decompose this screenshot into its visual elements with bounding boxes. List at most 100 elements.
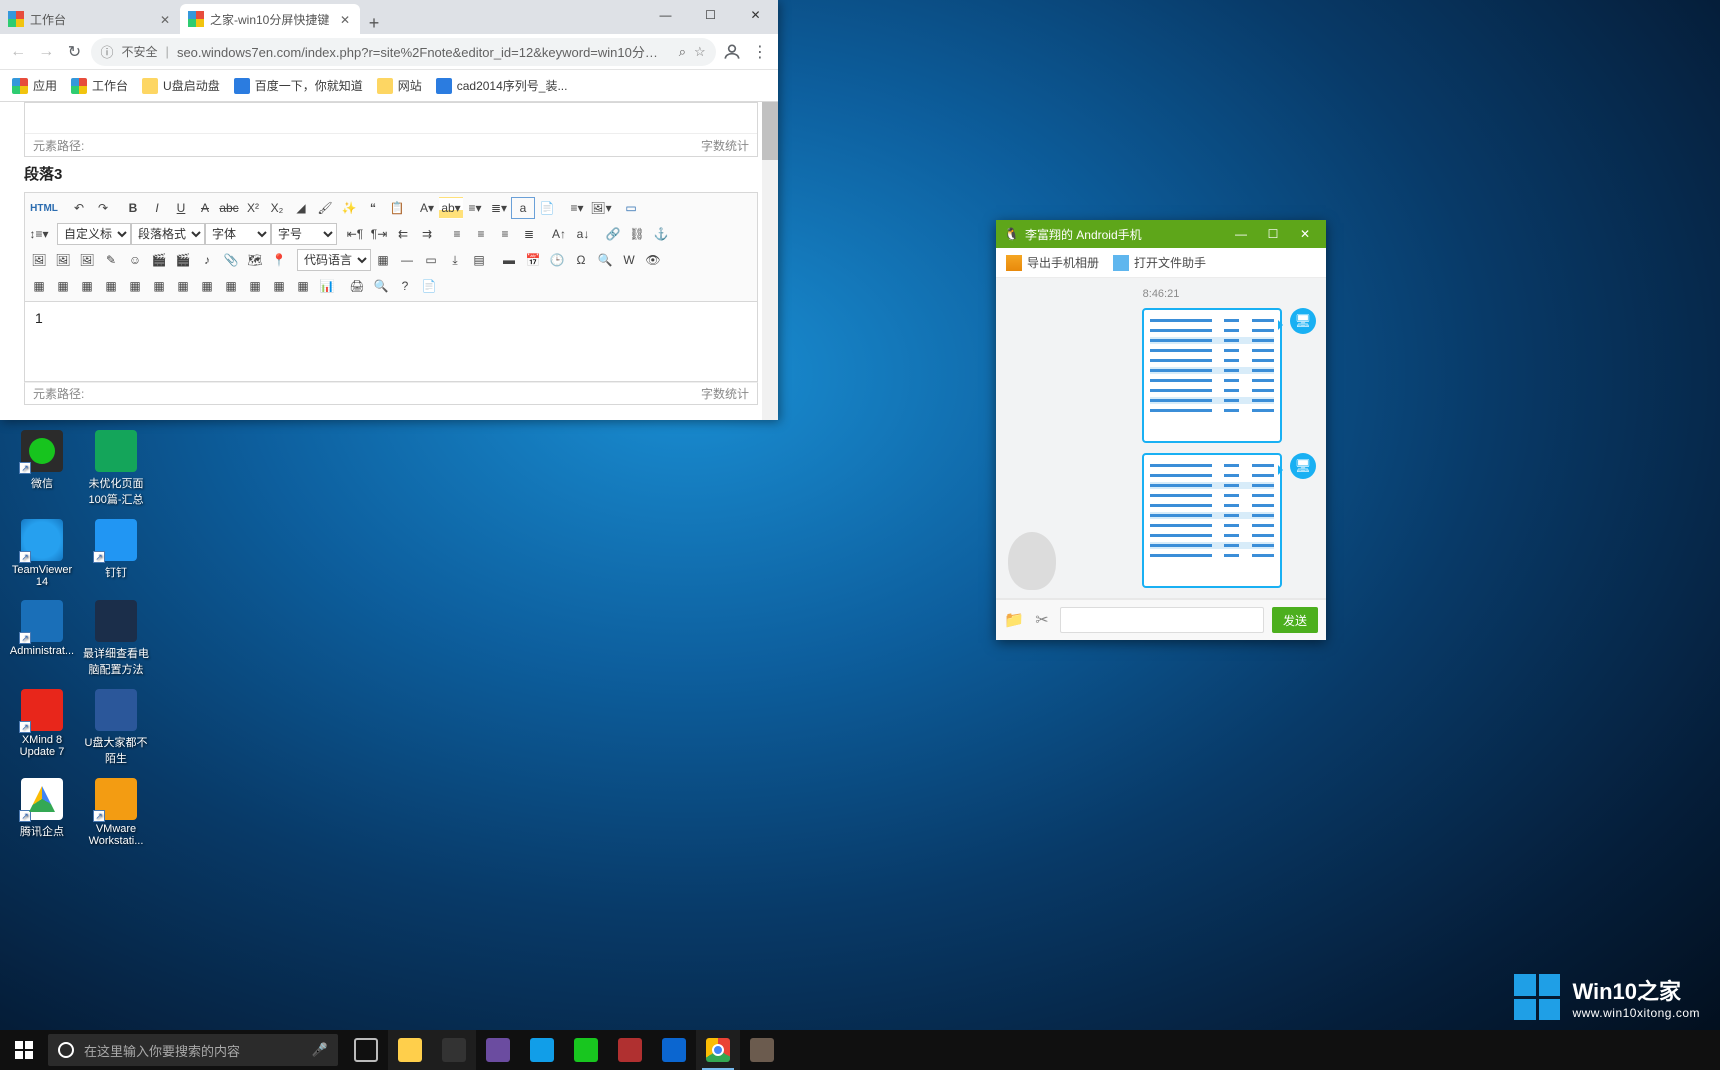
italic-button[interactable]: I bbox=[145, 197, 169, 219]
chart-button[interactable]: 📊 bbox=[315, 275, 339, 297]
new-tab-button[interactable]: + bbox=[360, 13, 388, 34]
fontborder-button[interactable]: A bbox=[193, 197, 217, 219]
music-button[interactable]: ♪ bbox=[195, 249, 219, 271]
chat-avatar[interactable]: 🖥 bbox=[1290, 453, 1316, 479]
browser-tab-2[interactable]: 之家-win10分屏快捷键 ✕ bbox=[180, 4, 360, 34]
preview2-button[interactable]: 🔍 bbox=[369, 275, 393, 297]
desktop-icon-qidian[interactable]: ↗腾讯企点 bbox=[6, 778, 78, 847]
chat-maximize-button[interactable]: ☐ bbox=[1260, 227, 1286, 241]
justify-left-button[interactable]: ≡ bbox=[445, 223, 469, 245]
browser-tab-1[interactable]: 工作台 ✕ bbox=[0, 4, 180, 34]
chat-image-bubble[interactable] bbox=[1142, 453, 1282, 588]
preview-button[interactable]: 👁 bbox=[641, 249, 665, 271]
taskbar-chrome[interactable] bbox=[696, 1030, 740, 1070]
mic-icon[interactable]: 🎤 bbox=[312, 1042, 328, 1058]
clearformat-button[interactable]: 📄 bbox=[535, 197, 559, 219]
indent-button[interactable]: ⇉ bbox=[415, 223, 439, 245]
search-button[interactable]: 🔍 bbox=[593, 249, 617, 271]
subscript-button[interactable]: X₂ bbox=[265, 197, 289, 219]
taskbar-app[interactable] bbox=[520, 1030, 564, 1070]
taskbar-wechat[interactable] bbox=[564, 1030, 608, 1070]
anchor-button[interactable]: ⚓ bbox=[649, 223, 673, 245]
backcolor-button[interactable]: ab▾ bbox=[439, 197, 463, 219]
open-file-helper-button[interactable]: 打开文件助手 bbox=[1113, 254, 1206, 271]
taskbar-search[interactable]: 在这里输入你要搜索的内容 🎤 bbox=[48, 1034, 338, 1066]
bgcolor-button[interactable]: ▬ bbox=[497, 249, 521, 271]
multi-image-button[interactable]: 🖼 bbox=[51, 249, 75, 271]
eraser-button[interactable]: ◢ bbox=[289, 197, 313, 219]
bookmark-item[interactable]: U盘启动盘 bbox=[138, 75, 224, 96]
strike-button[interactable]: abc bbox=[217, 197, 241, 219]
editor-canvas[interactable] bbox=[25, 103, 757, 133]
bookmark-item[interactable]: 百度一下，你就知道 bbox=[230, 75, 367, 96]
taskbar-qq[interactable] bbox=[432, 1030, 476, 1070]
table-button[interactable]: ▦ bbox=[27, 275, 51, 297]
desktop-icon-dingtalk[interactable]: ↗钉钉 bbox=[80, 519, 152, 588]
template-button[interactable]: ▤ bbox=[467, 249, 491, 271]
split-cols-button[interactable]: ▦ bbox=[291, 275, 315, 297]
chat-messages-area[interactable]: 8:46:21 🖥 bbox=[996, 278, 1326, 598]
taskbar-avatar[interactable] bbox=[740, 1030, 784, 1070]
export-album-button[interactable]: 导出手机相册 bbox=[1006, 254, 1099, 271]
bold-button[interactable]: B bbox=[121, 197, 145, 219]
autoformat-button[interactable]: ✨ bbox=[337, 197, 361, 219]
specialchar-button[interactable]: Ω bbox=[569, 249, 593, 271]
hr-button[interactable]: — bbox=[395, 249, 419, 271]
minimize-button[interactable]: — bbox=[643, 0, 688, 30]
delete-table-button[interactable]: ▦ bbox=[51, 275, 75, 297]
start-button[interactable] bbox=[0, 1030, 48, 1070]
bookmark-apps[interactable]: 应用 bbox=[8, 75, 61, 96]
chat-text-input[interactable] bbox=[1060, 607, 1264, 633]
code-language-select[interactable]: 代码语言 bbox=[297, 249, 371, 271]
justify-full-button[interactable]: ≣ bbox=[517, 223, 541, 245]
chrome-menu-button[interactable]: ⋮ bbox=[748, 38, 772, 66]
tab-close-icon[interactable]: ✕ bbox=[160, 13, 172, 25]
insert-row-button[interactable]: ▦ bbox=[75, 275, 99, 297]
lineheight-button[interactable]: ↕≡▾ bbox=[27, 223, 51, 245]
wordcount-link[interactable]: 字数统计 bbox=[701, 137, 749, 154]
paste-button[interactable]: 📋 bbox=[385, 197, 409, 219]
gmap-button[interactable]: 📍 bbox=[267, 249, 291, 271]
bookmark-item[interactable]: 工作台 bbox=[67, 75, 132, 96]
desktop-icon-xls[interactable]: 未优化页面100篇-汇总 bbox=[80, 430, 152, 507]
superscript-button[interactable]: X² bbox=[241, 197, 265, 219]
tab-close-icon[interactable]: ✕ bbox=[340, 13, 352, 25]
chat-minimize-button[interactable]: — bbox=[1228, 227, 1254, 241]
desktop-icon-wechat[interactable]: ↗微信 bbox=[6, 430, 78, 507]
chat-close-button[interactable]: ✕ bbox=[1292, 227, 1318, 241]
emoji-button[interactable]: ☺ bbox=[123, 249, 147, 271]
ordered-list-button[interactable]: ≡▾ bbox=[463, 197, 487, 219]
search-in-page-icon[interactable]: ⌕ bbox=[679, 44, 686, 60]
date-button[interactable]: 📅 bbox=[521, 249, 545, 271]
wordimage-button[interactable]: W bbox=[617, 249, 641, 271]
map-button[interactable]: 🗺 bbox=[243, 249, 267, 271]
selectall-button[interactable]: a bbox=[511, 197, 535, 219]
close-button[interactable]: ✕ bbox=[733, 0, 778, 30]
forecolor-button[interactable]: A▾ bbox=[415, 197, 439, 219]
page-scrollbar[interactable] bbox=[762, 102, 778, 420]
desktop-icon-word[interactable]: U盘大家都不陌生 bbox=[80, 689, 152, 766]
touppercase-button[interactable]: A↑ bbox=[547, 223, 571, 245]
scrollbar-thumb[interactable] bbox=[762, 102, 778, 160]
delete-row-button[interactable]: ▦ bbox=[99, 275, 123, 297]
image-dropdown[interactable]: 🖼▾ bbox=[589, 197, 613, 219]
snapscreen-button[interactable]: 🖼 bbox=[75, 249, 99, 271]
print-button[interactable]: 🖨 bbox=[345, 275, 369, 297]
outdent-button[interactable]: ⇇ bbox=[391, 223, 415, 245]
iframe-button[interactable]: ▭ bbox=[419, 249, 443, 271]
html-button[interactable]: HTML bbox=[27, 197, 61, 219]
font-family-select[interactable]: 字体 bbox=[205, 223, 271, 245]
link-button[interactable]: 🔗 bbox=[601, 223, 625, 245]
editor-content-area[interactable]: 1 bbox=[24, 302, 758, 382]
taskbar-edge[interactable] bbox=[652, 1030, 696, 1070]
task-view-button[interactable] bbox=[344, 1030, 388, 1070]
fullscreen-button[interactable]: ▭ bbox=[619, 197, 643, 219]
desktop-icon-teamviewer[interactable]: ↗TeamViewer 14 bbox=[6, 519, 78, 588]
bookmark-star-icon[interactable]: ☆ bbox=[694, 44, 706, 60]
desktop-icon-doc1[interactable]: 最详细查看电脑配置方法 bbox=[80, 600, 152, 677]
paragraph-format-select[interactable]: 段落格式 bbox=[131, 223, 205, 245]
site-info-icon[interactable]: ⓘ bbox=[101, 42, 114, 61]
insert-col-button[interactable]: ▦ bbox=[123, 275, 147, 297]
chat-send-button[interactable]: 发送 bbox=[1272, 607, 1318, 633]
chat-titlebar[interactable]: 🐧 李富翔的 Android手机 — ☐ ✕ bbox=[996, 220, 1326, 248]
